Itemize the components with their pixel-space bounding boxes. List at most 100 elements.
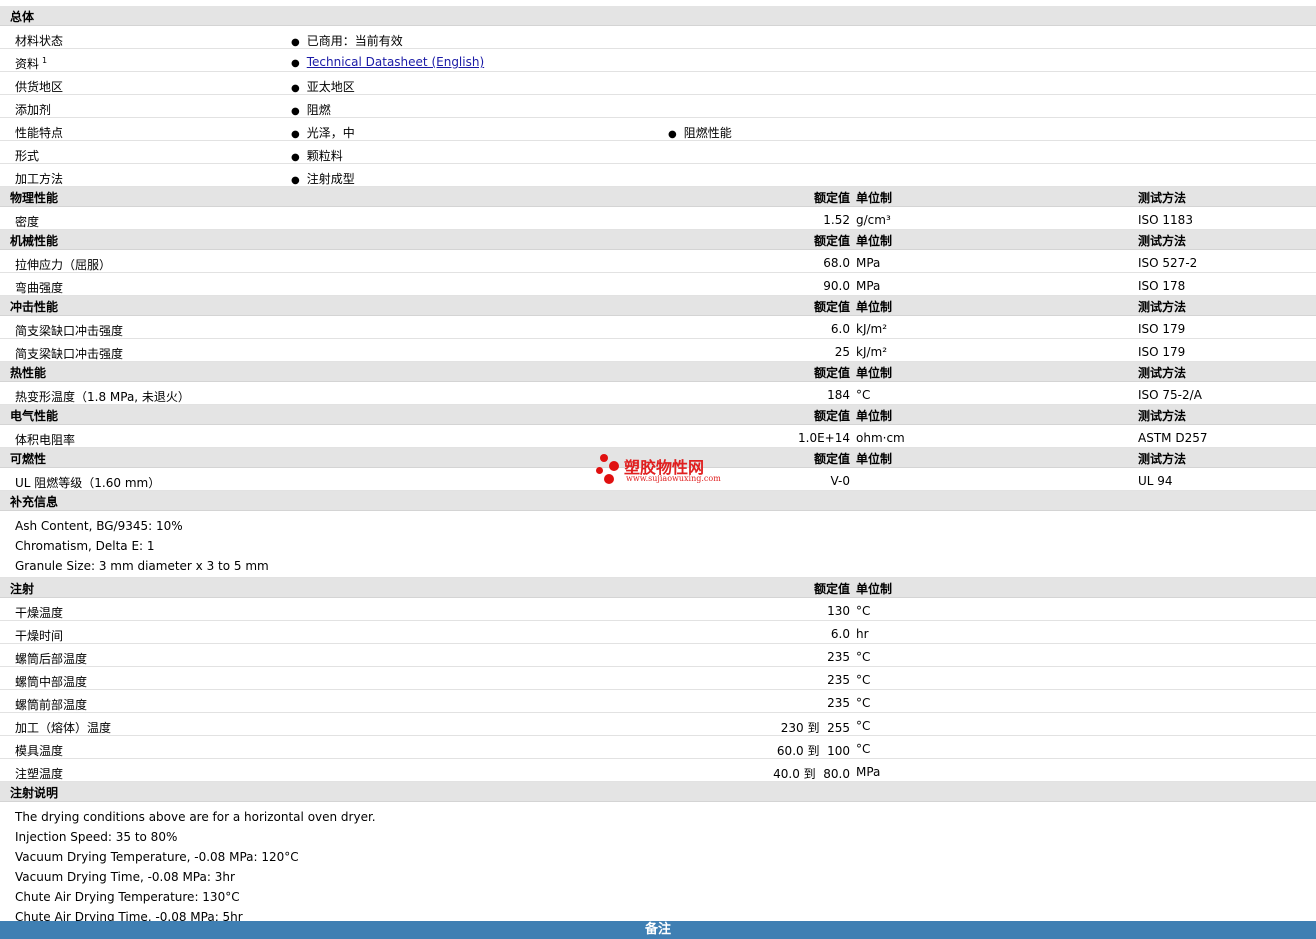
property-row: 热变形温度（1.8 MPa, 未退火） 184 °C ISO 75-2/A	[0, 382, 1316, 405]
bullet-icon: ●	[291, 175, 300, 186]
property-value: 235	[827, 696, 850, 710]
column-header-value: 额定值	[813, 234, 850, 248]
property-value: 40.0 到 80.0	[773, 767, 850, 781]
note-line: Chromatism, Delta E: 1	[15, 539, 155, 553]
property-test: ISO 179	[1138, 345, 1186, 359]
property-label: 简支梁缺口冲击强度	[15, 324, 124, 338]
column-header-test: 测试方法	[1138, 234, 1187, 248]
injection-row: 螺筒后部温度 235 °C	[0, 644, 1316, 667]
property-test: UL 94	[1138, 474, 1173, 488]
property-row: 密度 1.52 g/cm³ ISO 1183	[0, 207, 1316, 230]
general-row: 形式 ● 颗粒料	[0, 141, 1316, 164]
logo-dot-icon	[596, 467, 603, 474]
bullet-item: ● 已商用：当前有效	[291, 34, 403, 48]
property-row: 弯曲强度 90.0 MPa ISO 178	[0, 273, 1316, 296]
general-row: 材料状态 ● 已商用：当前有效	[0, 26, 1316, 49]
injection-row: 干燥温度 130 °C	[0, 598, 1316, 621]
property-label: 干燥时间	[15, 629, 64, 643]
section-header-physical: 物理性能 额定值 单位制 测试方法	[0, 187, 1316, 207]
property-value: 25	[834, 345, 850, 359]
column-header-test: 测试方法	[1138, 191, 1187, 205]
column-header-value: 额定值	[813, 582, 850, 596]
bullet-icon: ●	[668, 129, 677, 140]
property-test: ISO 179	[1138, 322, 1186, 336]
note-line: Vacuum Drying Temperature, -0.08 MPa: 12…	[15, 850, 299, 864]
property-label: 模具温度	[15, 744, 64, 758]
property-test: ISO 75-2/A	[1138, 388, 1202, 402]
row-label: 资料 1	[15, 56, 48, 71]
row-label: 形式	[15, 149, 40, 163]
column-header-unit: 单位制	[856, 452, 893, 466]
property-value: 235	[827, 650, 850, 664]
section-title: 物理性能	[10, 191, 59, 205]
column-header-test: 测试方法	[1138, 300, 1187, 314]
property-value: 130	[827, 604, 850, 618]
bullet-icon: ●	[291, 58, 300, 69]
property-label: 螺筒后部温度	[15, 652, 88, 666]
column-header-unit: 单位制	[856, 191, 893, 205]
note-line: Chute Air Drying Temperature: 130°C	[15, 890, 240, 904]
property-unit: kJ/m²	[856, 322, 888, 336]
note-line: Granule Size: 3 mm diameter x 3 to 5 mm	[15, 559, 269, 573]
property-value: 68.0	[823, 256, 850, 270]
property-unit: °C	[856, 696, 871, 710]
watermark-logo: 塑胶物性网 www.sujiaowuxing.com	[596, 452, 746, 492]
watermark-url: www.sujiaowuxing.com	[626, 474, 721, 483]
bullet-icon: ●	[291, 83, 300, 94]
row-label: 性能特点	[15, 126, 64, 140]
property-value: 184	[827, 388, 850, 402]
property-row: 简支梁缺口冲击强度 25 kJ/m² ISO 179	[0, 339, 1316, 362]
general-row: 资料 1 ● Technical Datasheet (English)	[0, 49, 1316, 72]
column-header-value: 额定值	[813, 300, 850, 314]
column-header-unit: 单位制	[856, 582, 893, 596]
section-header-mechanical: 机械性能 额定值 单位制 测试方法	[0, 230, 1316, 250]
column-header-value: 额定值	[813, 452, 850, 466]
column-header-value: 额定值	[813, 366, 850, 380]
bullet-item: ● 阻燃	[291, 103, 331, 117]
logo-dot-icon	[609, 461, 619, 471]
row-label: 材料状态	[15, 34, 64, 48]
section-header-electrical: 电气性能 额定值 单位制 测试方法	[0, 405, 1316, 425]
injection-row: 干燥时间 6.0 hr	[0, 621, 1316, 644]
bullet-icon: ●	[291, 129, 300, 140]
property-value: 235	[827, 673, 850, 687]
bullet-item: ● 亚太地区	[291, 80, 355, 94]
property-unit: °C	[856, 650, 871, 664]
general-row: 性能特点 ● 光泽，中 ● 阻燃性能	[0, 118, 1316, 141]
bullet-icon: ●	[291, 37, 300, 48]
bullet-item: ● 光泽，中	[291, 126, 355, 140]
bullet-item: ● 颗粒料	[291, 149, 343, 163]
injection-notes: The drying conditions above are for a ho…	[0, 802, 1316, 928]
general-row: 添加剂 ● 阻燃	[0, 95, 1316, 118]
section-title: 电气性能	[10, 409, 59, 423]
property-label: 注塑温度	[15, 767, 64, 781]
property-unit: °C	[856, 388, 871, 402]
injection-row: 加工（熔体）温度 230 到 255 °C	[0, 713, 1316, 736]
column-header-test: 测试方法	[1138, 452, 1187, 466]
property-label: 密度	[15, 215, 40, 229]
general-row: 供货地区 ● 亚太地区	[0, 72, 1316, 95]
column-header-value: 额定值	[813, 191, 850, 205]
bullet-icon: ●	[291, 106, 300, 117]
property-label: 螺筒中部温度	[15, 675, 88, 689]
remarks-bar[interactable]: 备注	[0, 921, 1316, 939]
property-value: 60.0 到 100	[776, 744, 850, 758]
section-title: 注射说明	[10, 786, 59, 800]
property-unit: MPa	[856, 765, 881, 779]
technical-datasheet-link[interactable]: Technical Datasheet (English)	[307, 55, 484, 69]
property-unit: ohm·cm	[856, 431, 905, 445]
property-unit: kJ/m²	[856, 345, 888, 359]
property-value: V-0	[830, 474, 850, 488]
injection-row: 模具温度 60.0 到 100 °C	[0, 736, 1316, 759]
property-value: 230 到 255	[780, 721, 850, 735]
bullet-item: ● 阻燃性能	[668, 126, 732, 140]
property-value: 6.0	[830, 322, 850, 336]
note-line: Injection Speed: 35 to 80%	[15, 830, 178, 844]
bullet-item: ● 注射成型	[291, 172, 355, 186]
section-title: 总体	[10, 10, 35, 24]
property-row: 拉伸应力（屈服） 68.0 MPa ISO 527-2	[0, 250, 1316, 273]
column-header-test: 测试方法	[1138, 409, 1187, 423]
property-test: ISO 527-2	[1138, 256, 1198, 270]
property-value: 1.0E+14	[798, 431, 850, 445]
property-unit: °C	[856, 673, 871, 687]
